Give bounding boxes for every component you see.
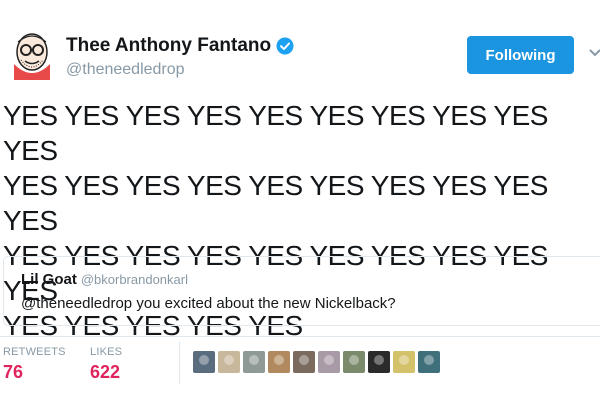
liker-avatar[interactable] — [218, 351, 240, 373]
liker-avatars — [193, 351, 443, 373]
liker-avatar[interactable] — [393, 351, 415, 373]
quoted-author-name: Lil Goat — [21, 271, 77, 288]
author-handle[interactable]: @theneedledrop — [66, 60, 294, 80]
liker-avatar[interactable] — [368, 351, 390, 373]
liker-avatar[interactable] — [293, 351, 315, 373]
chevron-down-icon[interactable] — [588, 46, 600, 60]
quoted-tweet-text: @theneedledrop you excited about the new… — [21, 295, 396, 312]
cartoon-face-avatar-icon — [4, 24, 60, 80]
likes-stat[interactable]: LIKES 622 — [90, 346, 122, 383]
author-info: Thee Anthony Fantano @theneedledrop — [66, 34, 294, 80]
stats-separator — [179, 342, 180, 384]
verified-badge-icon — [276, 37, 294, 55]
likes-count: 622 — [90, 362, 121, 382]
liker-avatar[interactable] — [243, 351, 265, 373]
following-button[interactable]: Following — [467, 36, 574, 74]
quoted-tweet[interactable]: Lil Goat @bkorbrandonkarl @theneedledrop … — [3, 256, 600, 326]
retweets-count: 76 — [3, 362, 24, 382]
divider — [0, 336, 600, 337]
author-name[interactable]: Thee Anthony Fantano — [66, 34, 271, 58]
liker-avatar[interactable] — [343, 351, 365, 373]
author-avatar[interactable] — [4, 24, 60, 80]
liker-avatar[interactable] — [418, 351, 440, 373]
liker-avatar[interactable] — [193, 351, 215, 373]
retweets-label: RETWEETS — [3, 346, 66, 358]
quoted-tweet-header: Lil Goat @bkorbrandonkarl — [21, 271, 188, 289]
quoted-author-handle: @bkorbrandonkarl — [80, 272, 188, 287]
liker-avatar[interactable] — [268, 351, 290, 373]
retweets-stat[interactable]: RETWEETS 76 — [3, 346, 66, 383]
liker-avatar[interactable] — [318, 351, 340, 373]
likes-label: LIKES — [90, 346, 123, 358]
